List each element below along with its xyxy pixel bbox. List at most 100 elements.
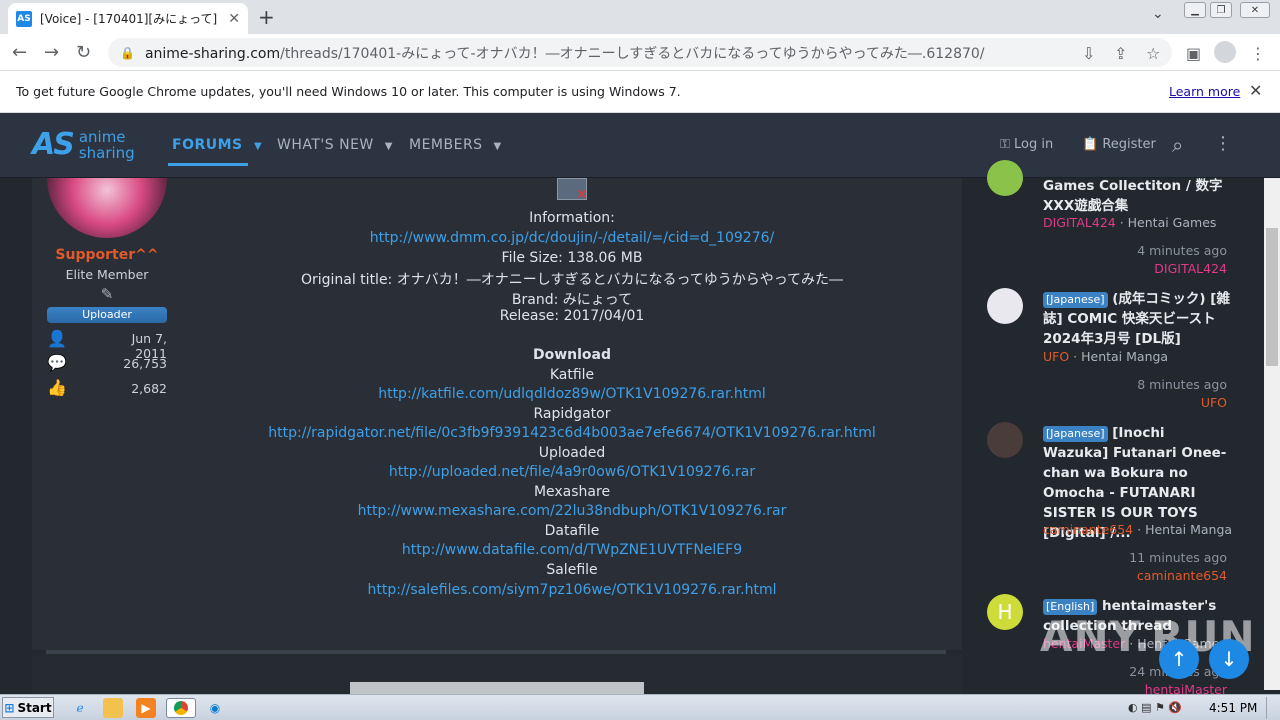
host-name: Katfile — [549, 367, 595, 383]
media-player-icon[interactable]: ▶ — [136, 698, 156, 718]
clock[interactable]: 4:51 PM — [1209, 701, 1257, 715]
host-link[interactable]: http://rapidgator.net/file/0c3fb9f939142… — [182, 425, 962, 441]
last-poster[interactable]: hentaiMaster — [1100, 682, 1227, 694]
profile-avatar-icon[interactable] — [1214, 41, 1236, 63]
host-name: Uploaded — [538, 445, 606, 461]
site-logo[interactable]: AS anime sharing — [32, 127, 135, 162]
share-icon[interactable]: ⇪ — [1114, 44, 1127, 63]
thread-time: 11 minutes ago — [1129, 550, 1227, 565]
brand: Brand: みにょって — [511, 292, 633, 308]
avatar[interactable] — [987, 288, 1023, 324]
install-icon[interactable]: ⇩ — [1082, 44, 1095, 63]
browser-tab-bar: AS [Voice] - [170401][みにょって] オナバカ！― ✕ + … — [0, 0, 1280, 34]
host-link[interactable]: http://www.mexashare.com/22lu38ndbuph/OT… — [182, 503, 962, 519]
host-link[interactable]: http://www.datafile.com/d/TWpZNE1UVTFNel… — [182, 542, 962, 558]
reload-icon[interactable]: ↻ — [76, 42, 91, 63]
thread-time: 4 minutes ago — [1137, 243, 1227, 258]
clipboard-icon: 📋 — [1082, 137, 1099, 152]
url-field[interactable]: 🔒 anime-sharing.com/threads/170401-みにょって… — [108, 38, 1172, 67]
thread-forum[interactable]: Hentai Manga — [1081, 349, 1168, 364]
back-arrow-icon[interactable]: ← — [12, 42, 27, 63]
scroll-down-button[interactable]: ↓ — [1209, 639, 1249, 679]
info-label: Information: — [529, 210, 615, 226]
download-heading: Download — [532, 347, 612, 363]
tab-search-chevron-icon[interactable]: ⌄ — [1152, 6, 1164, 22]
key-icon: ⚿ — [1000, 137, 1010, 152]
maximize-button[interactable]: ❐ — [1210, 2, 1232, 18]
thread-meta: UFO · Hentai Manga — [1043, 349, 1169, 364]
chrome-icon[interactable] — [166, 698, 196, 718]
nav-forums[interactable]: FORUMS ▼ — [172, 137, 262, 153]
tray-icons[interactable]: ◐ ▤ ⚑ 🔇 — [1128, 701, 1182, 714]
messages-icon: 💬 — [47, 353, 67, 372]
last-poster[interactable]: DIGITAL424 — [1100, 261, 1227, 276]
avatar[interactable]: H — [987, 594, 1023, 630]
reactions-icon: 👍 — [47, 378, 67, 397]
thread-meta: caminante654 · Hentai Manga — [1043, 522, 1233, 537]
nav-whats-new[interactable]: WHAT'S NEW ▼ — [277, 137, 393, 153]
joined-icon: 👤 — [47, 329, 67, 348]
folder-icon[interactable] — [103, 698, 123, 718]
browser-tab[interactable]: AS [Voice] - [170401][みにょって] オナバカ！― ✕ — [8, 3, 248, 34]
logo-line2: sharing — [78, 143, 135, 162]
broken-image-icon: ✕ — [557, 178, 588, 203]
ie-icon[interactable]: ℯ — [70, 698, 90, 718]
username[interactable]: Supporter^^ — [47, 247, 167, 263]
bookmark-star-icon[interactable]: ☆ — [1146, 44, 1160, 63]
scroll-up-button[interactable]: ↑ — [1159, 639, 1199, 679]
forward-arrow-icon[interactable]: → — [44, 42, 59, 63]
host-link[interactable]: http://salefiles.com/siym7pz106we/OTK1V1… — [182, 582, 962, 598]
avatar[interactable] — [987, 422, 1023, 458]
last-poster[interactable]: caminante654 — [1100, 568, 1227, 583]
side-panel-icon[interactable]: ▣ — [1186, 44, 1201, 63]
host-link[interactable]: http://katfile.com/udlqdldoz89w/OTK1V109… — [182, 386, 962, 402]
thread-forum[interactable]: Hentai Manga — [1145, 522, 1232, 537]
start-button[interactable]: ⊞ Start — [2, 697, 54, 718]
page-scrollbar[interactable] — [1264, 178, 1280, 690]
address-bar-row: ← → ↻ 🔒 anime-sharing.com/threads/170401… — [0, 34, 1280, 71]
new-tab-button[interactable]: + — [258, 5, 275, 29]
info-message: To get future Google Chrome updates, you… — [16, 84, 681, 99]
thread-title[interactable]: [Japanese] (成年コミック) [雑誌] COMIC 快楽天ビースト 2… — [1043, 289, 1233, 349]
thread-time: 8 minutes ago — [1137, 377, 1227, 392]
minimize-button[interactable]: ▁ — [1184, 2, 1206, 18]
url-path: /threads/170401-みにょって-オナバカ！―オナニーしすぎるとバカに… — [280, 45, 985, 62]
thread-user[interactable]: DIGITAL424 — [1043, 215, 1116, 230]
logo-mark: AS — [32, 127, 75, 162]
last-poster[interactable]: UFO — [1100, 395, 1227, 410]
avatar[interactable] — [987, 160, 1023, 196]
dmm-link[interactable]: http://www.dmm.co.jp/dc/doujin/-/detail/… — [182, 230, 962, 246]
host-link[interactable]: http://uploaded.net/file/4a9r0ow6/OTK1V1… — [182, 464, 962, 480]
thread-user[interactable]: caminante654 — [1043, 522, 1133, 537]
release: Release: 2017/04/01 — [499, 308, 645, 324]
host-name: Datafile — [544, 523, 600, 539]
original-title: Original title: オナバカ！―オナニーしすぎるとバカになるってゆう… — [300, 272, 844, 288]
learn-more-link[interactable]: Learn more — [1169, 84, 1240, 99]
more-options-icon[interactable]: ⋮ — [1214, 133, 1232, 154]
favicon-icon: AS — [16, 10, 32, 27]
host-name: Salefile — [546, 562, 598, 578]
thread-meta: DIGITAL424 · Hentai Games — [1043, 215, 1217, 230]
nav-members[interactable]: MEMBERS ▼ — [409, 137, 502, 153]
login-link[interactable]: ⚿ Log in — [1000, 137, 1053, 152]
windows-taskbar: ⊞ Start ℯ ▶ ◉ ◐ ▤ ⚑ 🔇 4:51 PM — [0, 694, 1280, 720]
url-domain: anime-sharing.com — [144, 45, 281, 62]
window-close-button[interactable]: ✕ — [1240, 2, 1270, 18]
windows-logo-icon: ⊞ — [4, 700, 15, 715]
close-infobar-icon[interactable]: ✕ — [1249, 81, 1262, 100]
close-tab-icon[interactable]: ✕ — [228, 11, 240, 27]
thread-title[interactable]: Games Collectiton / 数字XXX遊戯合集 — [1043, 176, 1233, 216]
thread-user[interactable]: UFO — [1043, 349, 1069, 364]
edge-icon[interactable]: ◉ — [205, 698, 225, 718]
search-icon[interactable]: ⌕ — [1172, 133, 1183, 157]
host-name: Rapidgator — [533, 406, 611, 422]
active-nav-underline — [168, 163, 248, 166]
menu-kebab-icon[interactable]: ⋮ — [1250, 44, 1266, 63]
thumbnail-strip[interactable] — [350, 682, 644, 694]
user-edit-icon: ✎ — [100, 285, 114, 303]
thread-forum[interactable]: Hentai Games — [1128, 215, 1217, 230]
register-link[interactable]: 📋 Register — [1082, 137, 1156, 152]
lock-icon: 🔒 — [120, 45, 135, 60]
uploader-badge: Uploader — [47, 307, 167, 323]
show-desktop-button[interactable] — [1266, 697, 1278, 719]
